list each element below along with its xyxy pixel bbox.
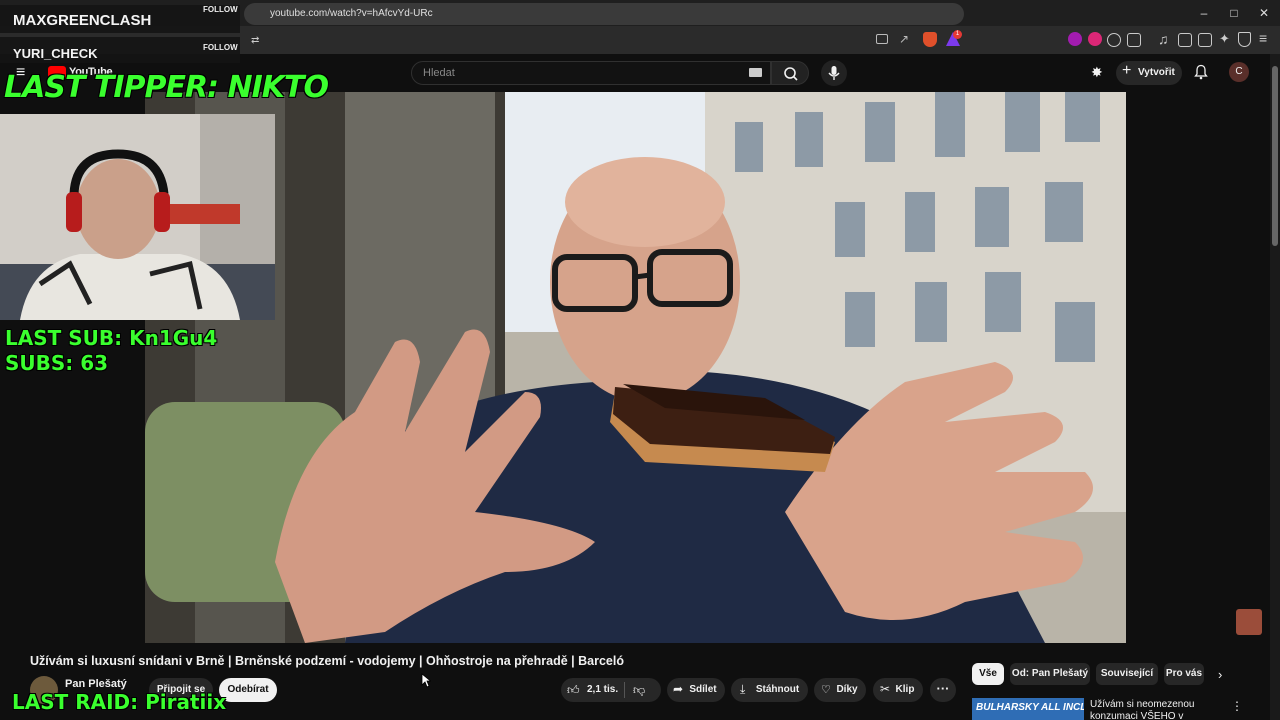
- like-divider: [624, 682, 625, 698]
- extension-icon[interactable]: [1107, 33, 1121, 47]
- channel-watermark-icon[interactable]: [1236, 609, 1262, 635]
- recommendation-title[interactable]: Užívám si neomezenou: [1090, 699, 1195, 710]
- search-icon: [784, 67, 798, 81]
- channel-name[interactable]: Pan Plešatý: [65, 678, 127, 690]
- chip-for-you[interactable]: Pro vás: [1164, 663, 1204, 685]
- brave-shield-icon[interactable]: [923, 32, 937, 47]
- minimize-icon[interactable]: –: [1194, 4, 1214, 22]
- thumbnail-text: BULHARSKY ALL INCLUSIVE: [976, 702, 1084, 713]
- overlay-follow-label: FOLLOW: [203, 43, 238, 52]
- webcam-overlay: [0, 114, 275, 320]
- like-count[interactable]: 2,1 tis.: [587, 684, 618, 695]
- chip-all[interactable]: Vše: [972, 663, 1004, 685]
- more-actions-button[interactable]: ···: [930, 678, 956, 702]
- video-player[interactable]: [145, 92, 1126, 643]
- overlay-subs-count: SUBS: 63: [5, 351, 109, 375]
- chevron-right-icon[interactable]: ›: [1218, 667, 1222, 682]
- overlay-follower-name: MAXGREENCLASH: [13, 12, 152, 29]
- dislike-icon[interactable]: 👎︎: [633, 683, 645, 698]
- recommendation-title-line2[interactable]: konzumaci VŠEHO v: [1090, 711, 1183, 720]
- like-icon[interactable]: 👍︎: [567, 683, 580, 698]
- webcam-frame: [0, 114, 275, 320]
- vpn-icon[interactable]: [1238, 32, 1251, 47]
- download-label: Stáhnout: [755, 684, 800, 695]
- extension-icon[interactable]: [1068, 32, 1082, 46]
- overlay-last-tipper: LAST TIPPER: NIKTO: [4, 70, 329, 105]
- scissors-icon: ✂: [880, 682, 891, 696]
- url-text[interactable]: youtube.com/watch?v=hAfcvYd-URc: [270, 8, 433, 19]
- menu-icon[interactable]: ≡: [1259, 30, 1267, 46]
- restore-icon[interactable]: □: [1224, 4, 1244, 22]
- download-icon: ⤓: [740, 682, 746, 696]
- site-settings-icon[interactable]: ⇄: [251, 35, 259, 46]
- voice-search-button[interactable]: [821, 60, 847, 86]
- subscribe-button[interactable]: Odebírat: [219, 678, 277, 702]
- leo-ai-icon[interactable]: ✦: [1219, 31, 1230, 47]
- chip-related[interactable]: Související: [1096, 663, 1158, 685]
- overlay-follow-label: FOLLOW: [203, 5, 238, 14]
- screen: – □ ✕ ⇄ youtube.com/watch?v=hAfcvYd-URc …: [0, 0, 1280, 720]
- microphone-icon: [828, 66, 840, 80]
- overlay-last-raid: LAST RAID: Piratiix: [12, 690, 227, 714]
- sparkle-icon[interactable]: ✸: [1091, 64, 1103, 81]
- video-frame: [145, 92, 1126, 643]
- sidebar-icon[interactable]: [1178, 33, 1192, 47]
- rewards-badge: 1: [953, 30, 962, 39]
- close-icon[interactable]: ✕: [1254, 4, 1274, 22]
- clip-label: Klip: [895, 684, 915, 695]
- extension-icon[interactable]: [1088, 32, 1102, 46]
- recommendation-thumbnail[interactable]: BULHARSKY ALL INCLUSIVE: [972, 698, 1084, 720]
- chip-from-channel[interactable]: Od: Pan Plešatý: [1010, 663, 1090, 685]
- scrollbar-thumb[interactable]: [1272, 66, 1278, 246]
- account-avatar[interactable]: C: [1229, 62, 1249, 82]
- media-icon[interactable]: ♫: [1158, 31, 1169, 47]
- share-label: Sdílet: [689, 684, 717, 695]
- share-page-icon[interactable]: ↗: [899, 32, 909, 46]
- keyboard-icon[interactable]: [749, 68, 762, 77]
- overlay-last-sub: LAST SUB: Kn1Gu4: [5, 326, 218, 350]
- search-input[interactable]: [411, 61, 771, 85]
- thanks-label: Díky: [836, 684, 858, 695]
- search-button[interactable]: [771, 61, 809, 85]
- mouse-cursor-icon: [421, 673, 431, 688]
- plus-icon: +: [1122, 62, 1132, 79]
- extensions-icon[interactable]: [1127, 33, 1141, 47]
- search-placeholder: Hledat: [423, 67, 455, 79]
- video-title: Užívám si luxusní snídani v Brně | Brněn…: [30, 654, 624, 668]
- share-icon: ➦: [673, 682, 684, 696]
- wallet-icon[interactable]: [1198, 33, 1212, 47]
- thanks-heart-icon: ♡: [821, 684, 831, 696]
- notifications-bell-icon[interactable]: [1193, 64, 1209, 80]
- cast-icon[interactable]: [876, 34, 888, 44]
- more-options-icon[interactable]: ⋮: [1231, 699, 1243, 713]
- overlay-follower-name: YURI_CHECK: [13, 46, 98, 61]
